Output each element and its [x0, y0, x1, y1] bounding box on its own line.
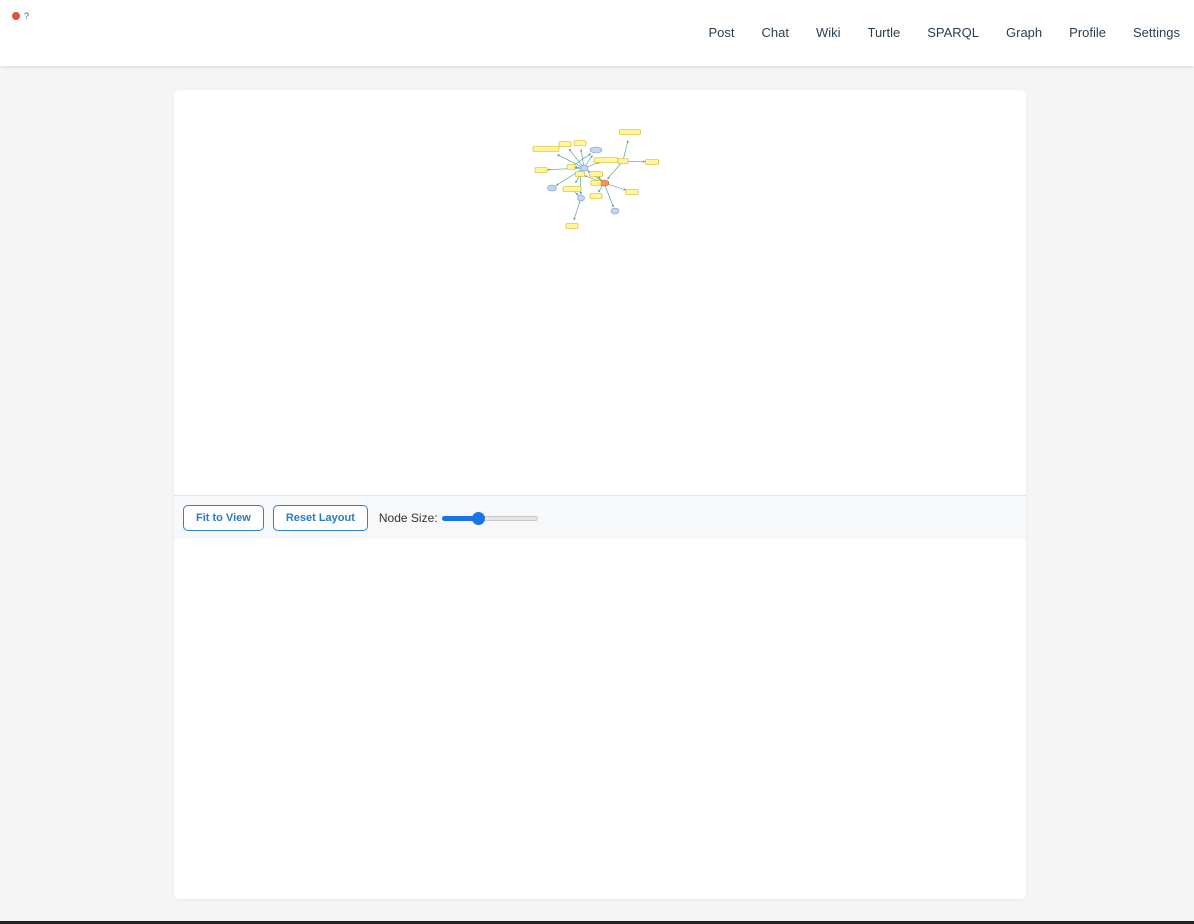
connection-status: ? — [12, 11, 30, 21]
resource-node[interactable] — [610, 207, 620, 215]
literal-node[interactable] — [619, 129, 641, 135]
graph-visualization[interactable] — [174, 90, 1026, 495]
graph-nodes — [532, 129, 659, 229]
literal-node[interactable] — [593, 157, 619, 163]
status-text: ? — [24, 11, 30, 21]
resource-node[interactable] — [589, 146, 603, 154]
fit-to-view-button[interactable]: Fit to View — [183, 504, 264, 531]
node-size-slider[interactable] — [441, 511, 538, 525]
resource-node[interactable] — [577, 194, 585, 202]
nav-graph[interactable]: Graph — [1006, 25, 1042, 40]
nav-chat[interactable]: Chat — [761, 25, 788, 40]
graph-edge — [603, 182, 614, 208]
graph-edge — [622, 140, 629, 162]
literal-node[interactable] — [575, 171, 585, 177]
literal-node[interactable] — [589, 193, 603, 199]
literal-node[interactable] — [645, 159, 659, 165]
resource-node[interactable] — [547, 184, 557, 192]
status-dot-icon — [12, 12, 20, 20]
reset-layout-button[interactable]: Reset Layout — [272, 504, 368, 531]
graph-canvas[interactable] — [174, 90, 1026, 495]
literal-node[interactable] — [532, 146, 560, 152]
node-size-label: Node Size: — [378, 510, 438, 525]
slider-thumb[interactable] — [472, 511, 486, 525]
literal-node[interactable] — [590, 180, 602, 186]
graph-controls: Fit to View Reset Layout Node Size: — [174, 495, 1026, 539]
literal-node[interactable] — [625, 189, 639, 195]
graph-edge — [547, 167, 585, 171]
literal-node[interactable] — [562, 186, 582, 192]
literal-node[interactable] — [573, 140, 587, 146]
nav-turtle[interactable]: Turtle — [867, 25, 900, 40]
nav-profile[interactable]: Profile — [1069, 25, 1106, 40]
graph-panel: Fit to View Reset Layout Node Size: — [174, 90, 1026, 899]
literal-node[interactable] — [589, 171, 603, 177]
literal-node[interactable] — [565, 223, 579, 229]
literal-node[interactable] — [558, 141, 572, 147]
top-bar: ? Post Chat Wiki Turtle SPARQL Graph Pro… — [0, 0, 1194, 66]
nav-post[interactable]: Post — [708, 25, 734, 40]
main-nav: Post Chat Wiki Turtle SPARQL Graph Profi… — [681, 0, 1180, 64]
literal-node[interactable] — [617, 158, 629, 164]
details-area — [174, 539, 1026, 899]
graph-edge — [573, 197, 582, 221]
resource-node[interactable] — [579, 164, 589, 172]
literal-node[interactable] — [534, 167, 548, 173]
nav-sparql[interactable]: SPARQL — [927, 25, 979, 40]
nav-settings[interactable]: Settings — [1133, 25, 1180, 40]
literal-node[interactable] — [566, 164, 576, 170]
nav-wiki[interactable]: Wiki — [816, 25, 841, 40]
